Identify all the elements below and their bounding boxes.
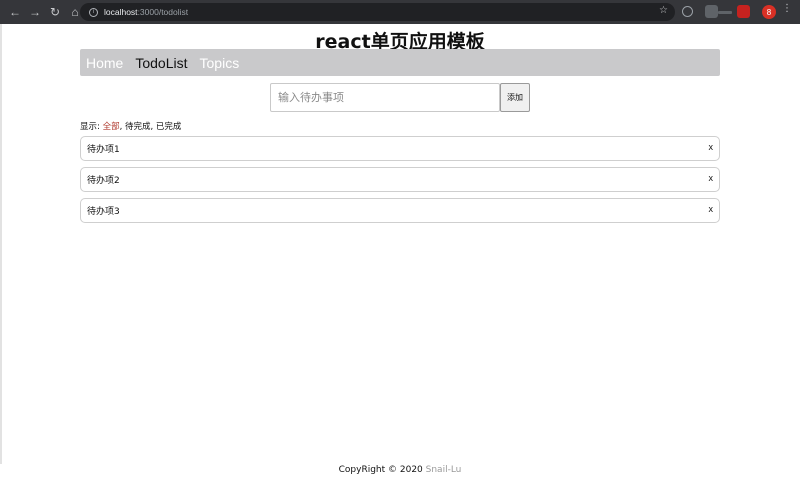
url-host: localhost — [104, 7, 138, 17]
author-name: Snail-Lu — [425, 465, 462, 475]
todo-item[interactable]: 待办项3 x — [80, 198, 720, 223]
todo-text: 待办项1 — [87, 145, 120, 155]
page-content: react单页应用模板 Home TodoList Topics 添加 显示: … — [0, 24, 800, 482]
todo-item[interactable]: 待办项1 x — [80, 136, 720, 161]
add-button[interactable]: 添加 — [500, 83, 530, 112]
nav-link-todolist[interactable]: TodoList — [135, 55, 187, 71]
todo-list: 待办项1 x 待办项2 x 待办项3 x — [80, 136, 720, 229]
footer: CopyRight © 2020 Snail-Lu — [0, 465, 800, 475]
more-menu-icon[interactable]: ⋮ — [782, 4, 792, 14]
delete-button[interactable]: x — [709, 142, 714, 152]
todo-text: 待办项3 — [87, 207, 120, 217]
delete-button[interactable]: x — [709, 204, 714, 214]
filter-separator: , — [119, 122, 123, 132]
filter-all[interactable]: 全部 — [103, 122, 120, 132]
todo-item[interactable]: 待办项2 x — [80, 167, 720, 192]
reload-icon[interactable]: ↻ — [46, 3, 64, 21]
info-icon[interactable]: i — [89, 7, 98, 17]
profile-avatar[interactable]: 8 — [762, 5, 776, 19]
filter-pending[interactable]: 待完成 — [125, 122, 151, 132]
filter-bar: 显示: 全部, 待完成, 已完成 — [80, 120, 181, 132]
navbar: Home TodoList Topics — [80, 49, 720, 76]
extension-icon[interactable] — [737, 5, 750, 18]
arrow-right-icon[interactable]: → — [26, 3, 44, 21]
url-path: :3000/todolist — [137, 7, 189, 17]
window-edge — [0, 24, 2, 464]
delete-button[interactable]: x — [709, 173, 714, 183]
filter-label: 显示: — [80, 122, 100, 132]
address-bar[interactable]: i localhost:3000/todolist ☆ — [80, 3, 675, 21]
browser-toolbar: ← → ↻ ⌂ i localhost:3000/todolist ☆ 8 ⋮ — [0, 0, 800, 24]
arrow-left-icon[interactable]: ← — [6, 3, 24, 21]
extension-icon[interactable] — [705, 5, 718, 18]
extension-icon[interactable] — [718, 11, 732, 14]
nav-link-home[interactable]: Home — [86, 55, 123, 71]
star-icon[interactable]: ☆ — [659, 5, 668, 16]
filter-completed[interactable]: 已完成 — [156, 122, 182, 132]
nav-link-topics[interactable]: Topics — [200, 55, 240, 71]
todo-input[interactable] — [270, 83, 500, 112]
extension-icon[interactable] — [682, 6, 693, 17]
filter-separator: , — [150, 122, 154, 132]
add-todo-form: 添加 — [270, 83, 530, 112]
todo-text: 待办项2 — [87, 176, 120, 186]
copyright-text: CopyRight © 2020 — [338, 465, 426, 475]
